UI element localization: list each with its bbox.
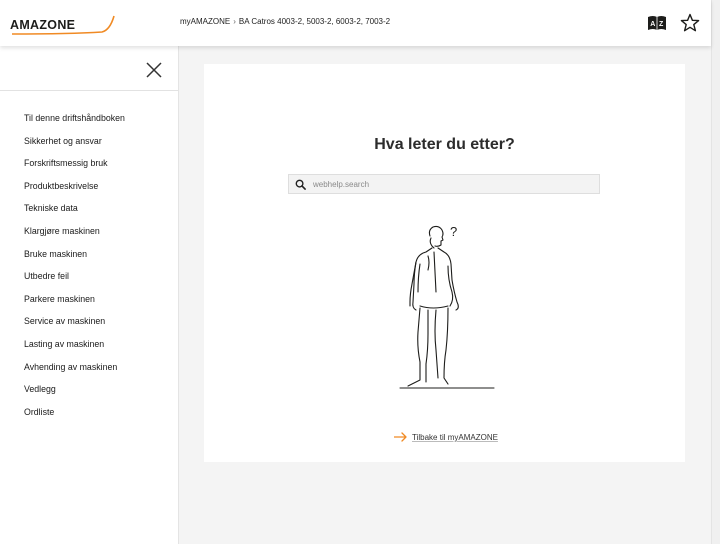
sidebar-divider [0, 90, 178, 91]
arrow-right-icon [394, 432, 407, 442]
sidebar-item-til-denne-driftshandboken[interactable]: Til denne driftshåndboken [24, 112, 125, 135]
breadcrumb-current: BA Catros 4003-2, 5003-2, 6003-2, 7003-2 [238, 17, 391, 26]
sidebar-navigation: Til denne driftshåndboken Sikkerhet og a… [0, 46, 179, 544]
sidebar-item-produktbeskrivelse[interactable]: Produktbeskrivelse [24, 180, 125, 203]
sidebar-item-avhending-av-maskinen[interactable]: Avhending av maskinen [24, 361, 125, 384]
sidebar-item-vedlegg[interactable]: Vedlegg [24, 383, 125, 406]
sidebar-item-tekniske-data[interactable]: Tekniske data [24, 202, 125, 225]
search-input[interactable] [313, 175, 593, 193]
breadcrumb-separator: › [233, 17, 236, 26]
sidebar-item-utbedre-feil[interactable]: Utbedre feil [24, 270, 125, 293]
confused-person-illustration: ? [399, 224, 495, 389]
top-header: AMAZONE myAMAZONE › BA Catros 4003-2, 5003… [0, 0, 711, 46]
svg-text:Z: Z [659, 21, 664, 28]
page-scrollbar[interactable] [711, 0, 720, 544]
back-link-label: Tilbake til myAMAZONE [412, 433, 498, 442]
sidebar-item-bruke-maskinen[interactable]: Bruke maskinen [24, 248, 125, 271]
sidebar-menu: Til denne driftshåndboken Sikkerhet og a… [24, 112, 125, 428]
search-card: Hva leter du etter? webhelp.search ? Til… [204, 64, 685, 462]
main-content: Hva leter du etter? webhelp.search ? Til… [179, 46, 711, 544]
close-icon[interactable] [144, 60, 164, 80]
amazone-logo[interactable]: AMAZONE [10, 12, 118, 38]
question-mark-label: ? [450, 224, 457, 239]
search-box[interactable] [288, 174, 600, 194]
star-outline-icon[interactable] [679, 12, 701, 34]
sidebar-item-sikkerhet-og-ansvar[interactable]: Sikkerhet og ansvar [24, 135, 125, 158]
svg-text:A: A [650, 21, 655, 28]
dictionary-a-z-icon[interactable]: A Z [646, 12, 668, 34]
logo-swoosh-icon [11, 15, 115, 35]
breadcrumb: myAMAZONE › BA Catros 4003-2, 5003-2, 6003… [180, 17, 390, 26]
page-title: Hva leter du etter? [374, 136, 515, 153]
search-icon [295, 179, 306, 190]
sidebar-item-service-av-maskinen[interactable]: Service av maskinen [24, 315, 125, 338]
sidebar-item-forskriftsmessig-bruk[interactable]: Forskriftsmessig bruk [24, 157, 125, 180]
sidebar-item-parkere-maskinen[interactable]: Parkere maskinen [24, 293, 125, 316]
sidebar-item-lasting-av-maskinen[interactable]: Lasting av maskinen [24, 338, 125, 361]
breadcrumb-home-link[interactable]: myAMAZONE [180, 17, 230, 26]
sidebar-item-klargjore-maskinen[interactable]: Klargjøre maskinen [24, 225, 125, 248]
sidebar-item-ordliste[interactable]: Ordliste [24, 406, 125, 429]
